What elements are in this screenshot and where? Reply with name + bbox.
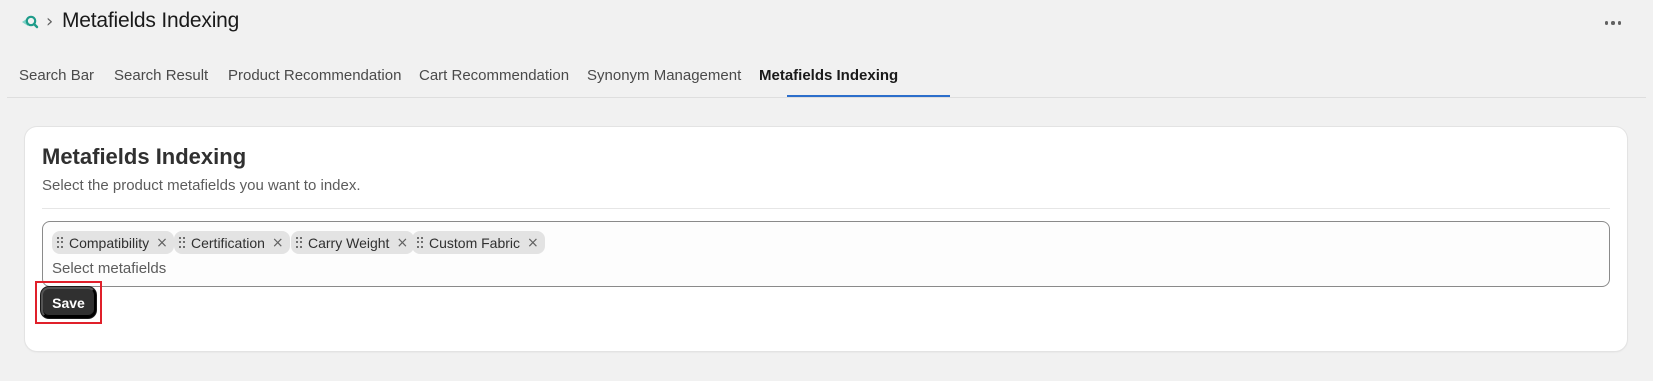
tab-cart-recommendation[interactable]: Cart Recommendation <box>419 52 569 98</box>
save-button[interactable]: Save <box>41 287 96 318</box>
card-subtitle: Select the product metafields you want t… <box>42 177 361 194</box>
tag-label: Compatibility <box>69 234 150 251</box>
drag-handle-icon[interactable] <box>296 236 304 249</box>
tag-label: Certification <box>191 234 265 251</box>
breadcrumb-separator: › <box>46 11 54 32</box>
tab-metafields-indexing[interactable]: Metafields Indexing <box>759 52 898 98</box>
tag-label: Carry Weight <box>308 234 390 251</box>
more-dot <box>1617 21 1622 25</box>
tag-label: Custom Fabric <box>429 234 521 251</box>
drag-handle-icon[interactable] <box>417 236 425 249</box>
metafields-multiselect[interactable]: Compatibility × Certification × Carry We… <box>42 221 1610 287</box>
divider <box>42 208 1610 209</box>
search-magnifier-icon[interactable] <box>21 13 39 31</box>
multiselect-placeholder[interactable]: Select metafields <box>52 260 166 277</box>
drag-handle-icon[interactable] <box>179 236 187 249</box>
tab-bar: Search Bar Search Result Product Recomme… <box>7 52 1646 98</box>
more-actions-button[interactable] <box>1600 12 1626 34</box>
more-horizontal-icon <box>1604 21 1609 25</box>
more-dot <box>1611 21 1615 25</box>
tag-compatibility[interactable]: Compatibility × <box>52 231 174 254</box>
drag-handle-icon[interactable] <box>57 236 65 249</box>
page-title: Metafields Indexing <box>62 9 240 32</box>
metafields-card: Metafields Indexing Select the product m… <box>25 127 1627 351</box>
tab-search-result[interactable]: Search Result <box>114 52 208 98</box>
card-title: Metafields Indexing <box>42 144 247 169</box>
active-tab-indicator <box>787 95 950 97</box>
tag-carry-weight[interactable]: Carry Weight × <box>291 231 415 254</box>
page-header: › Metafields Indexing <box>0 0 1653 46</box>
tab-product-recommendation[interactable]: Product Recommendation <box>228 52 401 98</box>
tag-certification[interactable]: Certification × <box>174 231 290 254</box>
close-icon[interactable]: × <box>272 236 284 250</box>
close-icon[interactable]: × <box>156 236 168 250</box>
tab-synonym-management[interactable]: Synonym Management <box>587 52 741 98</box>
close-icon[interactable]: × <box>527 236 539 250</box>
tag-custom-fabric[interactable]: Custom Fabric × <box>412 231 545 254</box>
close-icon[interactable]: × <box>396 236 408 250</box>
tab-search-bar[interactable]: Search Bar <box>19 52 94 98</box>
